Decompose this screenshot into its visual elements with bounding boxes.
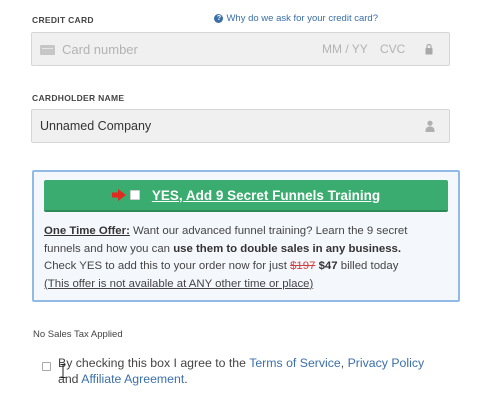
- agreement-prefix: By checking this box I agree to the: [58, 356, 250, 370]
- offer-button-label: YES, Add 9 Secret Funnels Training: [151, 187, 381, 203]
- user-icon: [425, 120, 435, 132]
- one-time-offer-heading: One Time Offer:: [44, 225, 130, 237]
- cardholder-name-label: CARDHOLDER NAME: [32, 93, 125, 103]
- card-number-input[interactable]: [62, 33, 262, 65]
- lock-icon: [425, 43, 433, 55]
- credit-card-label: CREDIT CARD: [32, 15, 94, 25]
- cardholder-name-input[interactable]: [40, 110, 410, 142]
- privacy-policy-link[interactable]: Privacy Policy: [348, 356, 425, 370]
- affiliate-agreement-link[interactable]: Affiliate Agreement: [81, 372, 184, 386]
- agreement-suffix: .: [184, 371, 188, 386]
- offer-line-1: One Time Offer: Want our advanced funnel…: [44, 223, 454, 241]
- question-circle-icon: ?: [214, 14, 224, 23]
- offer-line-2: funnels and how you can use them to doub…: [44, 241, 454, 259]
- new-price: $47: [318, 260, 338, 272]
- why-credit-card-link[interactable]: ? Why do we ask for your credit card?: [214, 13, 378, 24]
- cardholder-name-field: [31, 109, 450, 143]
- offer-disclaimer: (This offer is not available at ANY othe…: [44, 277, 314, 290]
- old-price: $197: [290, 260, 316, 272]
- text-cursor-icon: [60, 364, 66, 378]
- card-details-field: [31, 32, 450, 66]
- red-arrow-icon: [111, 189, 126, 201]
- sales-tax-note: No Sales Tax Applied: [33, 329, 123, 340]
- expiry-input[interactable]: [322, 33, 382, 65]
- cvc-input[interactable]: [380, 33, 412, 65]
- add-funnels-training-button[interactable]: YES, Add 9 Secret Funnels Training: [44, 180, 448, 212]
- offer-line-3: Check YES to add this to your order now …: [44, 258, 454, 276]
- one-time-offer-box: YES, Add 9 Secret Funnels Training One T…: [32, 170, 460, 302]
- offer-description: One Time Offer: Want our advanced funnel…: [44, 223, 454, 293]
- offer-benefit-text: use them to double sales in any business…: [173, 242, 402, 255]
- why-credit-card-text: Why do we ask for your credit card?: [226, 13, 378, 24]
- agreement-separator: ,: [340, 356, 348, 370]
- credit-card-icon: [40, 45, 55, 55]
- offer-line-3-text: Check YES to add this to your order now …: [44, 260, 291, 272]
- agreement-text: By checking this box I agree to the Term…: [58, 356, 468, 387]
- terms-of-service-link[interactable]: Terms of Service: [249, 356, 341, 370]
- offer-line-1-text: Want our advanced funnel training? Learn…: [129, 225, 408, 237]
- offer-checkbox[interactable]: [129, 190, 140, 200]
- agree-terms-checkbox[interactable]: [42, 362, 51, 371]
- offer-line-2-text: funnels and how you can: [44, 242, 174, 255]
- billed-today-text: billed today: [337, 260, 399, 272]
